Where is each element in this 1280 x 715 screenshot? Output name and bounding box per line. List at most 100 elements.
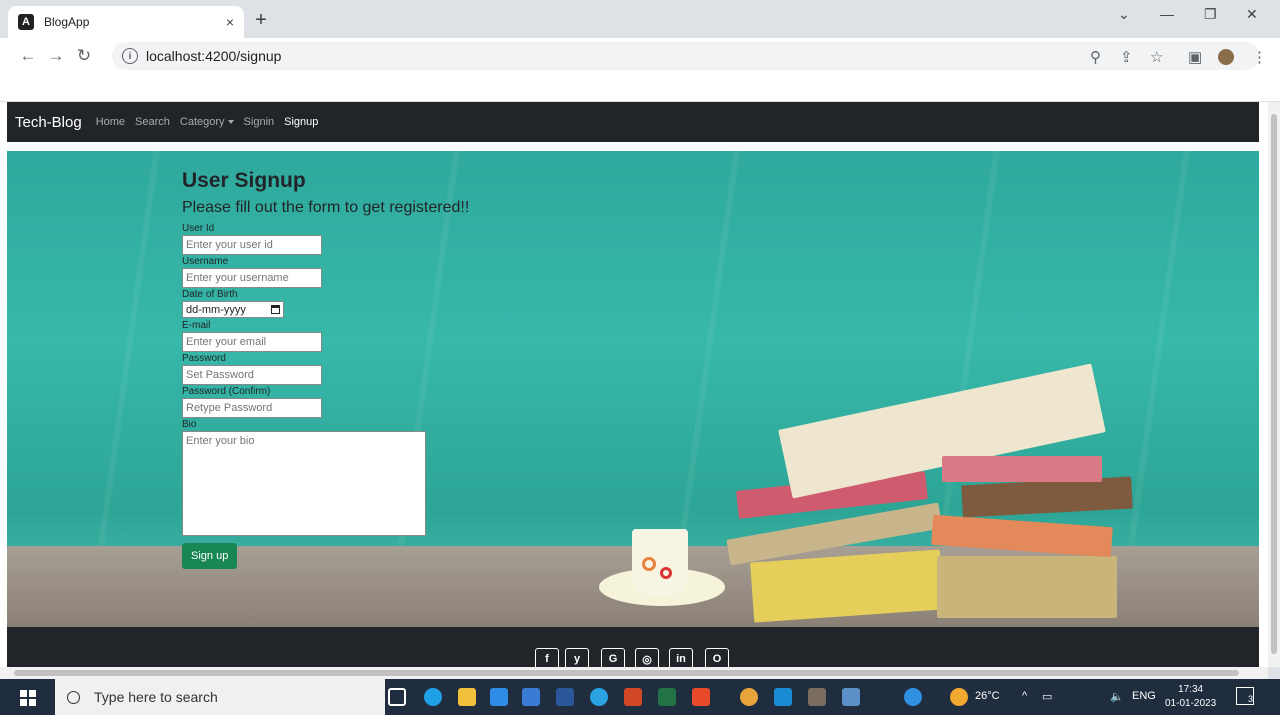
telegram-icon[interactable] — [590, 688, 608, 706]
github-icon[interactable]: O — [705, 648, 729, 667]
paint-stroke — [1127, 151, 1193, 550]
page-subtitle: Please fill out the form to get register… — [182, 199, 470, 216]
email-input[interactable] — [182, 332, 322, 352]
dropbox-icon[interactable] — [522, 688, 540, 706]
username-label: Username — [182, 256, 229, 267]
clock-date: 01-01-2023 — [1165, 698, 1217, 709]
chrome-icon[interactable] — [740, 688, 758, 706]
help-icon[interactable] — [904, 688, 922, 706]
navbar-brand[interactable]: Tech-Blog — [15, 114, 82, 131]
task-view-icon[interactable] — [388, 688, 406, 706]
volume-icon[interactable]: 🔈 — [1110, 690, 1124, 703]
bookmark-bar — [0, 74, 1280, 102]
url-text: localhost:4200/signup — [146, 48, 282, 64]
language-indicator[interactable]: ENG — [1132, 690, 1156, 702]
network-icon[interactable]: ▭ — [1042, 690, 1052, 703]
word-icon[interactable] — [556, 688, 574, 706]
hero-background: User Signup Please fill out the form to … — [7, 151, 1259, 627]
page-viewport: Tech-Blog Home Search Category Signin Si… — [0, 102, 1268, 667]
vscode-icon[interactable] — [774, 688, 792, 706]
password-input[interactable] — [182, 365, 322, 385]
horizontal-scrollbar-thumb[interactable] — [14, 670, 1239, 676]
paint-stroke — [97, 151, 163, 550]
powerpoint-icon[interactable] — [624, 688, 642, 706]
forward-icon[interactable]: → — [42, 46, 70, 66]
share-icon[interactable]: ⇪ — [1120, 48, 1133, 66]
office-icon[interactable] — [692, 688, 710, 706]
side-panel-icon[interactable]: ▣ — [1188, 48, 1202, 66]
page-title: User Signup — [182, 169, 306, 192]
nav-link-signin[interactable]: Signin — [244, 116, 275, 128]
dob-date-input[interactable]: dd-mm-yyyy — [182, 301, 284, 318]
nav-link-signup[interactable]: Signup — [284, 116, 318, 128]
address-bar[interactable]: i localhost:4200/signup — [112, 42, 1260, 70]
vertical-scrollbar[interactable] — [1268, 102, 1280, 667]
tab-search-icon[interactable]: ⌄ — [1118, 6, 1130, 23]
file-explorer-icon[interactable] — [458, 688, 476, 706]
username-input[interactable] — [182, 268, 322, 288]
dob-placeholder: dd-mm-yyyy — [186, 303, 246, 316]
mail-icon[interactable] — [490, 688, 508, 706]
tab-title: BlogApp — [44, 15, 90, 29]
taskbar-clock[interactable]: 17:34 01-01-2023 — [1165, 683, 1216, 711]
site-footer: f y G ◎ in O — [7, 627, 1259, 667]
nav-link-search[interactable]: Search — [135, 116, 170, 128]
new-tab-button[interactable]: + — [250, 9, 272, 31]
restore-icon[interactable]: ❐ — [1204, 6, 1217, 23]
notepad-icon[interactable] — [842, 688, 860, 706]
notification-icon[interactable]: 3 — [1236, 687, 1254, 705]
signup-button[interactable]: Sign up — [182, 543, 238, 569]
nav-link-category[interactable]: Category — [180, 116, 234, 128]
windows-start-icon[interactable] — [20, 690, 36, 706]
windows-taskbar: Type here to search 26°C ^ ▭ 🔈 ENG 17:34… — [0, 679, 1280, 715]
excel-icon[interactable] — [658, 688, 676, 706]
menu-kebab-icon[interactable]: ⋮ — [1252, 48, 1267, 66]
user-id-label: User Id — [182, 223, 215, 234]
caret-down-icon — [227, 120, 234, 125]
close-tab-icon[interactable]: × — [226, 14, 234, 30]
site-navbar: Tech-Blog Home Search Category Signin Si… — [7, 102, 1259, 142]
linkedin-icon[interactable]: in — [669, 648, 693, 667]
tray-chevron-icon[interactable]: ^ — [1022, 690, 1027, 702]
book-image — [937, 556, 1117, 618]
bookmark-star-icon[interactable]: ☆ — [1150, 48, 1163, 66]
angular-favicon-icon: A — [18, 14, 34, 30]
instagram-icon[interactable]: ◎ — [635, 648, 659, 667]
coffee-cup-image — [632, 529, 688, 595]
google-icon[interactable]: G — [601, 648, 625, 667]
cup-pattern — [642, 557, 656, 571]
nav-link-category-label: Category — [179, 116, 225, 128]
browser-tab-strip: A BlogApp × + ⌄ — ❐ ✕ — [0, 0, 1280, 38]
vertical-scrollbar-thumb[interactable] — [1271, 114, 1277, 654]
facebook-icon[interactable]: f — [535, 648, 559, 667]
book-image — [942, 456, 1102, 482]
calendar-icon[interactable] — [271, 305, 280, 314]
zoom-icon[interactable]: ⚲ — [1090, 48, 1101, 66]
back-icon[interactable]: ← — [14, 46, 42, 66]
weather-temp[interactable]: 26°C — [975, 690, 1000, 702]
bio-label: Bio — [182, 419, 197, 430]
user-id-input[interactable] — [182, 235, 322, 255]
search-icon — [67, 690, 80, 704]
signup-form: User Signup Please fill out the form to … — [182, 169, 602, 569]
twitter-icon[interactable]: y — [565, 648, 589, 667]
paint-stroke — [677, 151, 743, 550]
browser-tab[interactable]: A BlogApp × — [8, 6, 244, 38]
profile-avatar[interactable] — [1218, 49, 1234, 65]
clock-time: 17:34 — [1178, 684, 1204, 695]
dob-label: Date of Birth — [182, 289, 238, 300]
bio-textarea[interactable] — [182, 431, 426, 536]
browser-toolbar: ← → ↻ i localhost:4200/signup ⚲ ⇪ ☆ ▣ ⋮ — [0, 38, 1280, 74]
app-icon[interactable] — [808, 688, 826, 706]
site-info-icon[interactable]: i — [122, 48, 138, 64]
cup-pattern — [660, 567, 672, 579]
taskbar-search-placeholder: Type here to search — [94, 689, 218, 705]
confirm-password-input[interactable] — [182, 398, 322, 418]
minimize-icon[interactable]: — — [1160, 6, 1174, 22]
close-window-icon[interactable]: ✕ — [1246, 6, 1258, 23]
nav-link-home[interactable]: Home — [96, 116, 125, 128]
edge-icon[interactable] — [424, 688, 442, 706]
horizontal-scrollbar[interactable] — [0, 667, 1268, 679]
reload-icon[interactable]: ↻ — [70, 46, 98, 66]
taskbar-search-box[interactable]: Type here to search — [55, 679, 385, 715]
